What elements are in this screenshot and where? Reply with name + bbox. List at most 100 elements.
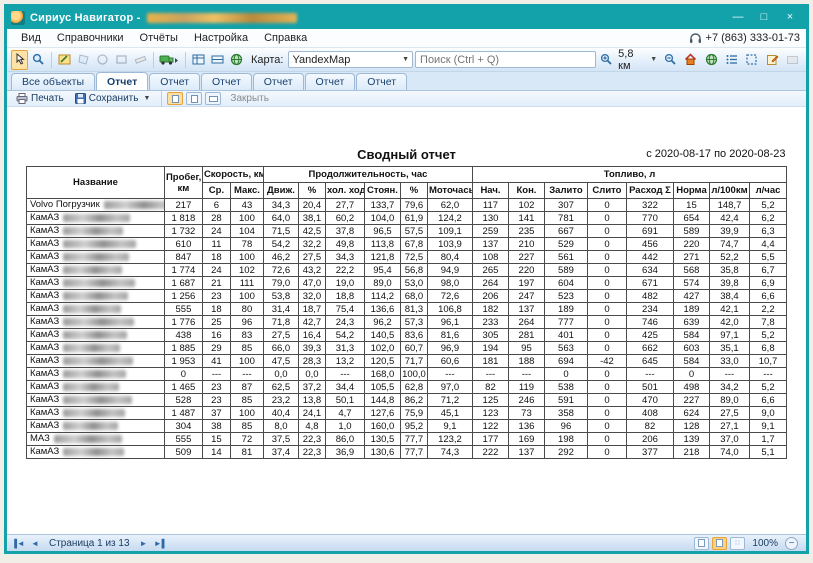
table-row: КамАЗ1 4873710040,424,14,7127,675,945,11… xyxy=(26,407,786,420)
cell: 22,3 xyxy=(298,433,325,446)
minimize-button[interactable]: — xyxy=(726,10,750,26)
zoom-in-icon[interactable] xyxy=(598,50,616,70)
map-select[interactable]: YandexMap ▼ xyxy=(288,51,413,68)
chevron-down-icon[interactable]: ▼ xyxy=(650,56,657,63)
next-page-button[interactable]: ► xyxy=(137,537,151,550)
zoom-level: 100% xyxy=(752,538,778,549)
zoom-thumbnails-button[interactable]: ∷ xyxy=(730,537,745,550)
circle-tool-button[interactable] xyxy=(94,50,111,70)
menu-item-3[interactable]: Отчёты xyxy=(132,30,186,46)
camera-button[interactable] xyxy=(784,50,802,70)
column-header-7: % xyxy=(400,183,427,199)
view-mode-single-button[interactable] xyxy=(167,92,183,105)
zoom-out-button[interactable]: − xyxy=(785,537,798,550)
cell: 6,7 xyxy=(749,264,786,277)
map-scale-value[interactable]: 5,8 км xyxy=(618,48,646,72)
tab-report-3[interactable]: Отчет xyxy=(201,73,252,90)
menu-item-2[interactable]: Справочники xyxy=(49,30,132,46)
globe-button[interactable] xyxy=(228,50,245,70)
cell: 307 xyxy=(544,199,587,212)
cell: 121,8 xyxy=(364,251,400,264)
table-row: МАЗ555157237,522,386,0130,577,7123,21771… xyxy=(26,433,786,446)
report-table-body: Volvo Погрузчик21764334,320,427,7133,779… xyxy=(26,199,786,459)
vehicle-name-cell: КамАЗ xyxy=(26,316,164,329)
column-group-speed: Скорость, км/ч xyxy=(202,167,263,183)
vehicle-name: КамАЗ xyxy=(30,420,59,431)
cell: 2,2 xyxy=(749,303,786,316)
cell: 86,2 xyxy=(400,394,427,407)
tab-report-5[interactable]: Отчет xyxy=(305,73,356,90)
vehicle-name-cell: КамАЗ xyxy=(26,290,164,303)
previous-page-button[interactable]: ◄ xyxy=(28,537,42,550)
pan-tool-button[interactable] xyxy=(11,50,28,70)
tab-all-objects[interactable]: Все объекты xyxy=(11,73,95,90)
zoom-tool-button[interactable] xyxy=(30,50,47,70)
cell: 53,0 xyxy=(400,277,427,290)
chevron-down-icon: ▼ xyxy=(143,95,150,102)
list-button[interactable] xyxy=(722,50,740,70)
chart-view-button[interactable] xyxy=(190,50,207,70)
view-mode-facing-button[interactable] xyxy=(205,92,221,105)
close-button[interactable]: × xyxy=(778,10,802,26)
cell: 509 xyxy=(164,446,202,459)
cell: 141 xyxy=(508,212,544,225)
cell: 234 xyxy=(626,303,673,316)
view-mode-continuous-button[interactable] xyxy=(186,92,202,105)
cell: 27,5 xyxy=(263,329,298,342)
cell: 0,0 xyxy=(263,368,298,381)
last-page-button[interactable]: ►▌ xyxy=(154,537,168,550)
cell: 136 xyxy=(508,420,544,433)
menu-item-1[interactable]: Вид xyxy=(13,30,49,46)
cell: 589 xyxy=(673,225,709,238)
selection-frame-button[interactable] xyxy=(743,50,761,70)
menu-item-4[interactable]: Настройка xyxy=(186,30,256,46)
cell: 14 xyxy=(202,446,230,459)
tab-report-1[interactable]: Отчет xyxy=(96,72,148,90)
zoom-out-icon[interactable] xyxy=(661,50,679,70)
vehicle-name-cell: КамАЗ xyxy=(26,238,164,251)
cell: 54,2 xyxy=(263,238,298,251)
table-row: КамАЗ0------0,00,0---168,0100,0---------… xyxy=(26,368,786,381)
cell: 56,8 xyxy=(400,264,427,277)
polygon-tool-button[interactable] xyxy=(75,50,92,70)
home-button[interactable] xyxy=(682,50,700,70)
ruler-tool-button[interactable] xyxy=(132,50,149,70)
tab-report-6[interactable]: Отчет xyxy=(356,73,407,90)
cell: 81 xyxy=(230,446,263,459)
vehicle-name-cell: КамАЗ xyxy=(26,368,164,381)
column-header-11: Залито xyxy=(544,183,587,199)
redacted-plate xyxy=(63,409,125,417)
cell: 85 xyxy=(230,420,263,433)
first-page-button[interactable]: ▐◄ xyxy=(11,537,25,550)
cell: 6,2 xyxy=(749,212,786,225)
save-button[interactable]: Сохранить ▼ xyxy=(71,92,157,106)
tab-report-4[interactable]: Отчет xyxy=(253,73,304,90)
edit-geozone-button[interactable] xyxy=(56,50,73,70)
cell: 189 xyxy=(673,303,709,316)
cell: 23 xyxy=(202,381,230,394)
globe-layers-button[interactable] xyxy=(702,50,720,70)
cell: 770 xyxy=(626,212,673,225)
redacted-company-name xyxy=(147,13,297,23)
maximize-button[interactable]: □ xyxy=(752,10,776,26)
cell: 95 xyxy=(508,342,544,355)
cell: 75,4 xyxy=(325,303,364,316)
edit-note-button[interactable] xyxy=(763,50,781,70)
menu-item-5[interactable]: Справка xyxy=(256,30,315,46)
cell: 218 xyxy=(673,446,709,459)
tab-report-2[interactable]: Отчет xyxy=(149,73,200,90)
zoom-fit-page-button[interactable] xyxy=(694,537,709,550)
rectangle-tool-button[interactable] xyxy=(113,50,130,70)
search-input[interactable] xyxy=(415,51,596,68)
vehicle-name: КамАЗ xyxy=(30,329,59,340)
cell: 105,5 xyxy=(364,381,400,394)
cell: 83 xyxy=(230,329,263,342)
cell: 0 xyxy=(164,368,202,381)
print-button[interactable]: Печать xyxy=(12,92,68,106)
table-view-button[interactable] xyxy=(209,50,226,70)
cell: 117 xyxy=(472,199,508,212)
cell: 5,2 xyxy=(749,329,786,342)
zoom-fit-width-button[interactable] xyxy=(712,537,727,550)
close-report-button[interactable]: Закрыть xyxy=(224,93,275,104)
vehicle-tracking-button[interactable] xyxy=(158,50,182,70)
